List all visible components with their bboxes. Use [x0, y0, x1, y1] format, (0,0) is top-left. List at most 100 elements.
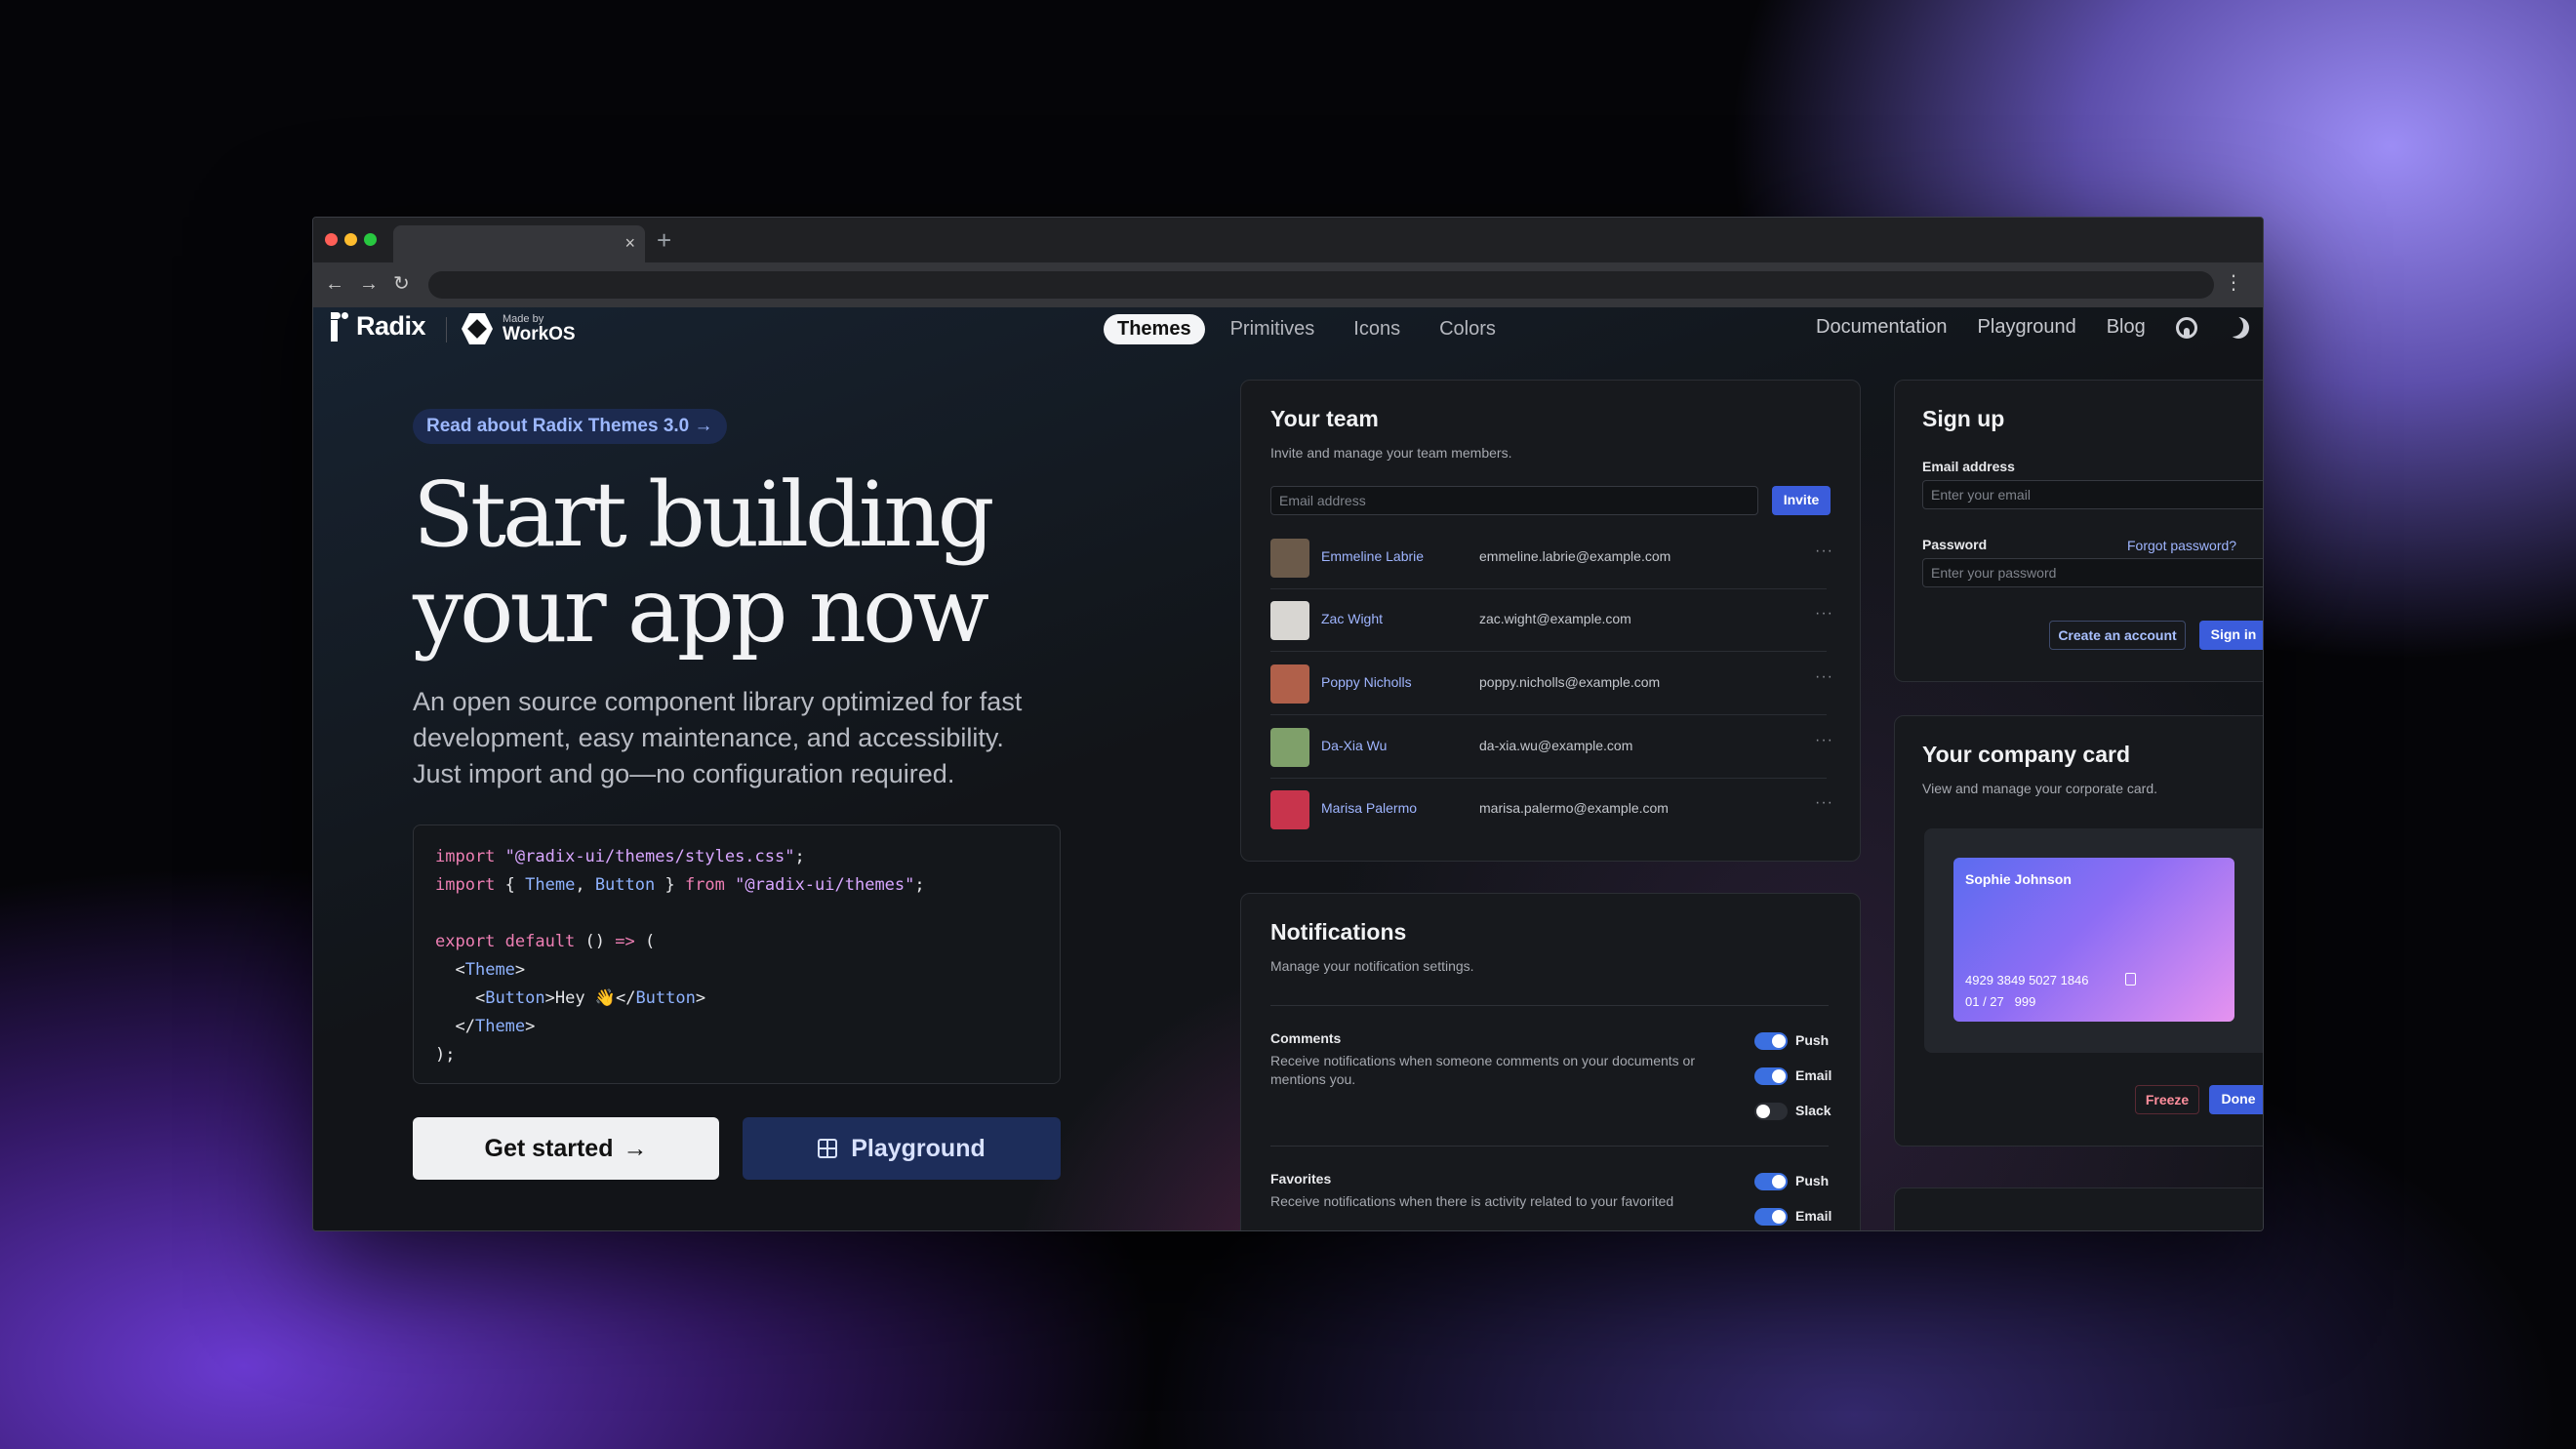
team-member-row: Poppy Nicholls poppy.nicholls@example.co… — [1270, 653, 1832, 715]
maximize-window-dot[interactable] — [364, 233, 377, 246]
credit-card[interactable]: Sophie Johnson 4929 3849 5027 1846 01 / … — [1953, 858, 2234, 1022]
code-token: Button — [594, 875, 656, 895]
radix-logo[interactable]: Radix — [331, 311, 426, 342]
forgot-password-link[interactable]: Forgot password? — [2127, 537, 2236, 555]
more-options-icon[interactable]: ··· — [1815, 668, 1833, 686]
forward-icon[interactable]: → — [359, 272, 379, 296]
nav-colors[interactable]: Colors — [1426, 314, 1509, 344]
signup-password-input[interactable]: Enter your password — [1922, 558, 2263, 587]
team-member-row: Da-Xia Wu da-xia.wu@example.com ··· — [1270, 716, 1832, 779]
next-card — [1894, 1187, 2263, 1230]
sign-in-button[interactable]: Sign in — [2199, 621, 2263, 650]
notifications-card: Notifications Manage your notification s… — [1240, 893, 1861, 1230]
code-token: () — [575, 932, 616, 951]
member-name[interactable]: Zac Wight — [1321, 611, 1383, 626]
theme-toggle-icon[interactable] — [2228, 317, 2249, 339]
comments-email-toggle[interactable] — [1754, 1067, 1788, 1085]
code-token: > — [695, 988, 706, 1008]
member-name[interactable]: Da-Xia Wu — [1321, 738, 1387, 753]
nav-primitives[interactable]: Primitives — [1217, 314, 1329, 344]
announcement-pill[interactable]: Read about Radix Themes 3.0 → — [413, 409, 727, 444]
member-email: da-xia.wu@example.com — [1479, 738, 1633, 753]
avatar — [1270, 664, 1309, 704]
new-tab-icon[interactable]: + — [657, 225, 671, 255]
member-email: zac.wight@example.com — [1479, 611, 1631, 626]
nav-icons[interactable]: Icons — [1340, 314, 1414, 344]
code-token: Button — [485, 988, 545, 1008]
more-options-icon[interactable]: ··· — [1815, 794, 1833, 812]
team-member-row: Zac Wight zac.wight@example.com ··· — [1270, 589, 1832, 652]
favorites-email-toggle[interactable] — [1754, 1208, 1788, 1226]
browser-menu-icon[interactable]: ⋮ — [2224, 270, 2243, 295]
copy-icon[interactable] — [2125, 973, 2136, 986]
card-expiry-cvc: 01 / 27 999 — [1965, 994, 2035, 1009]
avatar — [1270, 601, 1309, 640]
back-icon[interactable]: ← — [325, 272, 344, 296]
avatar — [1270, 790, 1309, 829]
divider — [1270, 1146, 1829, 1147]
invite-button[interactable]: Invite — [1772, 486, 1831, 515]
card-expiry: 01 / 27 — [1965, 994, 2004, 1009]
tab-strip: × + — [313, 218, 2263, 262]
hero-title-line-2: your app now — [413, 558, 989, 663]
radix-logo-icon — [331, 311, 348, 342]
comments-label: Comments — [1270, 1030, 1342, 1046]
favorites-description: Receive notifications when there is acti… — [1270, 1193, 1674, 1209]
signup-email-input[interactable]: Enter your email — [1922, 480, 2263, 509]
code-snippet: import "@radix-ui/themes/styles.css"; im… — [413, 825, 1061, 1084]
code-token: Button — [635, 988, 696, 1008]
get-started-button[interactable]: Get started → — [413, 1117, 719, 1180]
code-token: > — [525, 1017, 536, 1036]
avatar — [1270, 728, 1309, 767]
more-options-icon[interactable]: ··· — [1815, 543, 1833, 560]
freeze-button[interactable]: Freeze — [2135, 1085, 2199, 1114]
credit-card-container: Sophie Johnson 4929 3849 5027 1846 01 / … — [1924, 828, 2263, 1053]
browser-toolbar: ← → ↻ ⋮ — [313, 262, 2263, 307]
signup-title: Sign up — [1922, 406, 2005, 431]
company-card-subtitle: View and manage your corporate card. — [1922, 781, 2157, 796]
browser-window: × + ← → ↻ ⋮ Radix Made by WorkOS Themes … — [312, 217, 2264, 1231]
address-bar[interactable] — [428, 271, 2214, 299]
grid-icon — [818, 1139, 838, 1158]
member-name[interactable]: Poppy Nicholls — [1321, 674, 1412, 690]
playground-button[interactable]: Playground — [743, 1117, 1061, 1180]
code-token: ( — [634, 932, 656, 951]
workos-badge[interactable]: Made by WorkOS — [462, 313, 576, 344]
more-options-icon[interactable]: ··· — [1815, 605, 1833, 623]
tab-close-icon[interactable]: × — [624, 232, 635, 254]
team-member-row: Emmeline Labrie emmeline.labrie@example.… — [1270, 527, 1832, 589]
nav-playground[interactable]: Playground — [1978, 316, 2076, 339]
code-token: } — [655, 875, 685, 895]
invite-email-input[interactable]: Email address — [1270, 486, 1758, 515]
done-button[interactable]: Done — [2209, 1085, 2263, 1114]
create-account-button[interactable]: Create an account — [2049, 621, 2186, 650]
code-token: < — [455, 960, 465, 980]
workos-name: WorkOS — [503, 324, 576, 344]
reload-icon[interactable]: ↻ — [393, 272, 410, 296]
nav-blog[interactable]: Blog — [2107, 316, 2146, 339]
avatar — [1270, 539, 1309, 578]
close-window-dot[interactable] — [325, 233, 338, 246]
hero-title-line-1: Start building — [413, 463, 994, 567]
code-token: import — [435, 875, 496, 895]
hero-title: Start building your app now — [413, 467, 1115, 659]
minimize-window-dot[interactable] — [344, 233, 357, 246]
comments-slack-toggle[interactable] — [1754, 1103, 1788, 1120]
member-name[interactable]: Marisa Palermo — [1321, 800, 1417, 816]
favorites-push-toggle[interactable] — [1754, 1173, 1788, 1190]
playground-label: Playground — [851, 1134, 986, 1162]
hero-subtitle: An open source component library optimiz… — [413, 687, 1023, 788]
card-holder-name: Sophie Johnson — [1965, 871, 2072, 887]
github-icon[interactable] — [2175, 316, 2197, 339]
email-address-label: Email address — [1922, 459, 2015, 474]
push-label: Push — [1795, 1173, 1830, 1188]
nav-themes[interactable]: Themes — [1104, 314, 1205, 344]
browser-tab[interactable]: × — [393, 225, 645, 262]
more-options-icon[interactable]: ··· — [1815, 732, 1833, 749]
push-label: Push — [1795, 1032, 1830, 1048]
nav-documentation[interactable]: Documentation — [1816, 316, 1948, 339]
comments-push-toggle[interactable] — [1754, 1032, 1788, 1050]
member-name[interactable]: Emmeline Labrie — [1321, 548, 1424, 564]
team-title: Your team — [1270, 406, 1379, 431]
divider — [1270, 1005, 1829, 1006]
